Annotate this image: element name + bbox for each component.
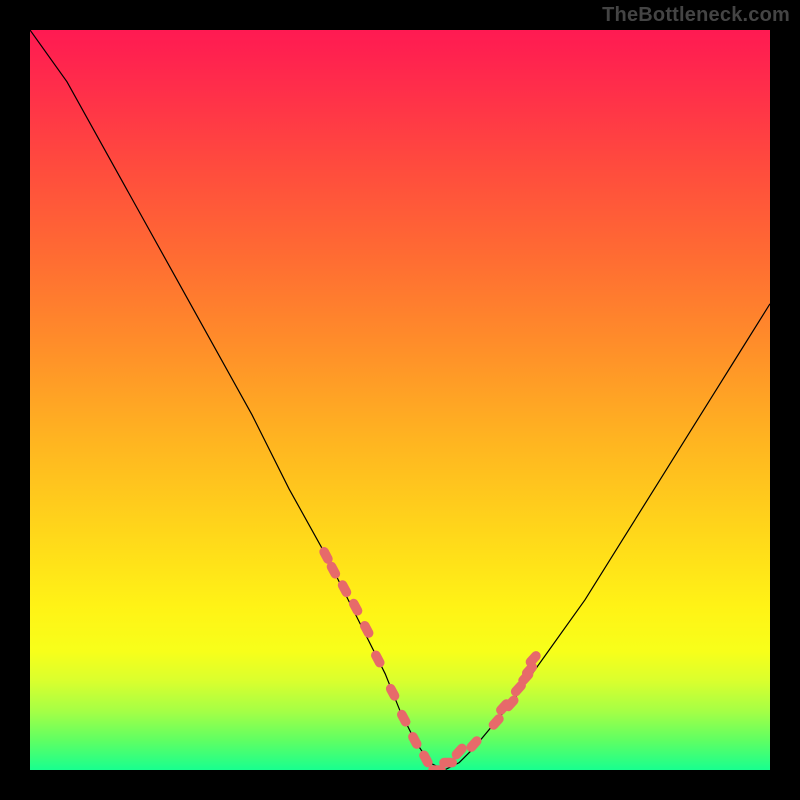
highlight-marker <box>524 649 543 669</box>
chart-frame: TheBottleneck.com <box>0 0 800 800</box>
watermark-text: TheBottleneck.com <box>602 4 790 27</box>
highlight-marker <box>384 682 401 702</box>
highlight-marker <box>358 619 375 639</box>
chart-svg <box>30 30 770 770</box>
highlight-marker <box>406 730 423 750</box>
bottleneck-curve-line <box>30 30 770 770</box>
highlight-marker <box>464 734 483 754</box>
highlight-marker <box>347 597 364 617</box>
highlight-marker <box>369 649 386 669</box>
highlight-marker <box>439 758 457 768</box>
highlight-markers <box>318 545 543 770</box>
plot-area <box>30 30 770 770</box>
highlight-marker <box>395 708 412 728</box>
